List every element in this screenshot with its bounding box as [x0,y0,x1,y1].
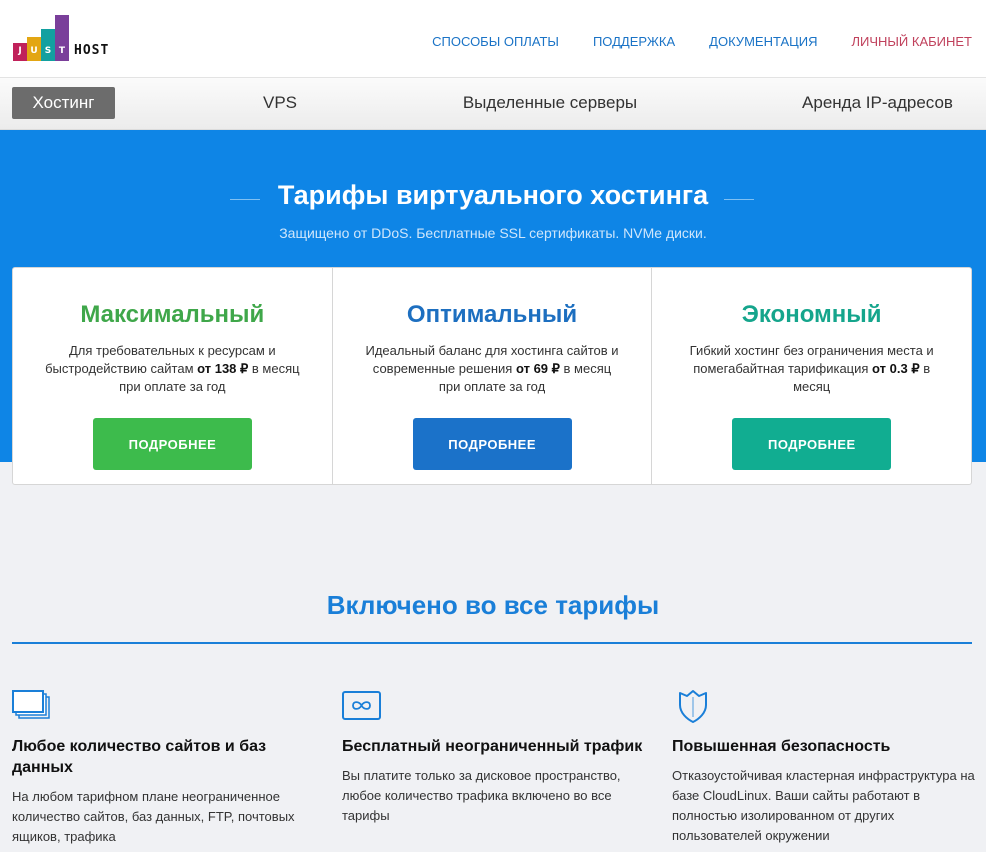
tab-vps[interactable]: VPS [240,87,320,119]
plan-price: от 138 ₽ [197,361,249,376]
details-button-max[interactable]: ПОДРОБНЕЕ [93,418,252,470]
logo-letter: J [18,46,22,56]
logo-word: HOST [74,43,110,58]
logo-letter: T [58,46,66,56]
tab-hosting[interactable]: Хостинг [12,87,115,119]
plan-name: Оптимальный [406,301,578,328]
hero-title-line-right [724,199,754,200]
plan-price: от 69 ₽ [515,361,560,376]
details-button-optimal[interactable]: ПОДРОБНЕЕ [412,418,572,470]
hero-subtitle: Защищено от DDoS. Бесплатные SSL сертифи… [279,225,707,241]
nav-personal-cabinet[interactable]: ЛИЧНЫЙ КАБИНЕТ [851,34,972,49]
nav-documentation[interactable]: ДОКУМЕНТАЦИЯ [709,34,817,49]
feature-text: Вы платите только за дисковое пространст… [342,768,621,823]
header: J U S T HOST СПОСОБЫ ОПЛАТЫ ПОДДЕРЖКА ДО… [0,0,986,78]
tab-dedicated-servers[interactable]: Выделенные серверы [440,87,660,119]
feature-title: Любое количество сайтов и баз данных [12,738,267,776]
logo-letter: U [30,46,38,56]
hero-title: Тарифы виртуального хостинга [277,180,709,210]
logo-letter: S [44,46,52,56]
product-tabs: Хостинг VPS Выделенные серверы Аренда IP… [0,78,986,130]
included-title: Включено во все тарифы [326,590,660,620]
plan-name: Максимальный [80,301,265,328]
plans-panel: Максимальный Для требовательных к ресурс… [12,267,972,485]
monitors-icon [12,688,52,724]
plan-card-max: Максимальный Для требовательных к ресурс… [13,268,332,484]
tab-ip-rental[interactable]: Аренда IP-адресов [780,87,975,119]
infinity-icon [342,688,382,724]
nav-support[interactable]: ПОДДЕРЖКА [593,34,675,49]
feature-title: Бесплатный неограниченный трафик [342,738,643,755]
feature-unlimited-traffic: Бесплатный неограниченный трафик Вы плат… [342,688,652,826]
plan-name: Экономный [741,301,882,328]
plan-description: Для требовательных к ресурсам и быстроде… [43,342,302,396]
top-navigation: СПОСОБЫ ОПЛАТЫ ПОДДЕРЖКА ДОКУМЕНТАЦИЯ ЛИ… [432,34,972,49]
justhost-logo[interactable]: J U S T HOST [13,15,153,61]
plan-price: от 0.3 ₽ [872,361,920,376]
plan-card-economy: Экономный Гибкий хостинг без ограничения… [651,268,971,484]
feature-unlimited-sites: Любое количество сайтов и баз данных На … [12,688,322,847]
plan-description: Гибкий хостинг без ограничения места и п… [682,342,941,396]
nav-payment-methods[interactable]: СПОСОБЫ ОПЛАТЫ [432,34,559,49]
included-divider [12,642,972,644]
shield-icon [672,688,712,724]
feature-text: На любом тарифном плане неограниченное к… [12,789,295,844]
plan-description: Идеальный баланс для хостинга сайтов и с… [363,342,622,396]
feature-text: Отказоустойчивая кластерная инфраструкту… [672,768,975,843]
feature-title: Повышенная безопасность [672,738,891,755]
plan-card-optimal: Оптимальный Идеальный баланс для хостинг… [331,268,652,484]
logo-letters: J U S T [13,44,69,58]
feature-security: Повышенная безопасность Отказоустойчивая… [672,688,982,846]
details-button-economy[interactable]: ПОДРОБНЕЕ [732,418,892,470]
